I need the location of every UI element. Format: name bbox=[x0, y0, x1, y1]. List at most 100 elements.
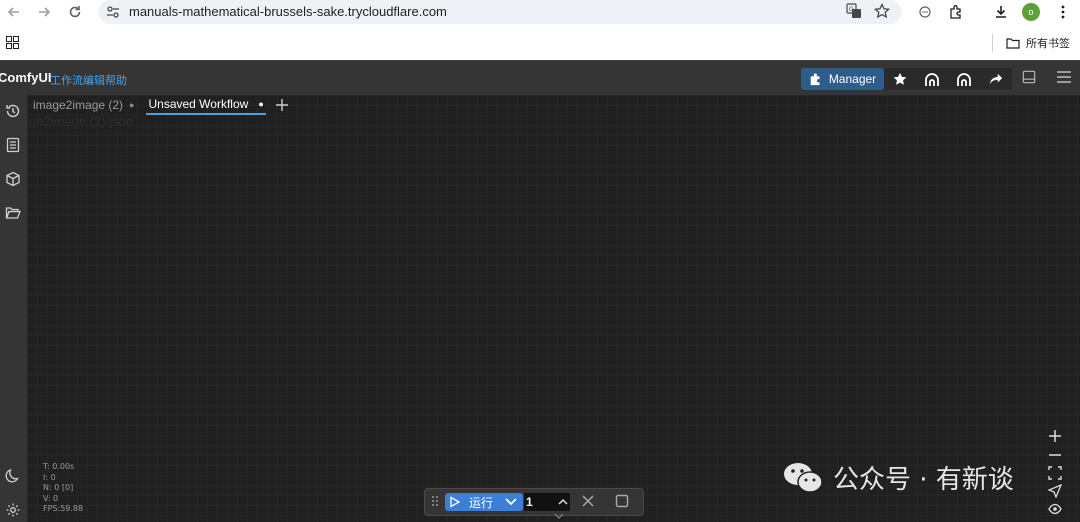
manager-button[interactable]: Manager bbox=[801, 68, 884, 90]
bookmark-star-icon[interactable] bbox=[874, 3, 890, 19]
tab-dot-icon: ● bbox=[129, 100, 135, 110]
arrow-right-icon bbox=[39, 7, 51, 17]
grip-dots-icon bbox=[432, 496, 438, 506]
reload-button[interactable] bbox=[65, 2, 85, 22]
stat-fps: FPS:59.88 bbox=[43, 504, 84, 513]
manager-label: Manager bbox=[828, 72, 877, 86]
history-icon bbox=[6, 104, 20, 118]
hamburger-icon bbox=[1057, 71, 1071, 83]
comfy-menubar: ComfyUI 工作流 编辑 帮助 Manager bbox=[0, 60, 1080, 95]
select-mode-button[interactable] bbox=[1046, 482, 1064, 500]
stat-nodes: N: 0 [0] bbox=[43, 483, 74, 492]
run-label: 运行 bbox=[469, 495, 494, 510]
avatar-letter: o bbox=[1028, 7, 1034, 17]
translate-icon[interactable]: G bbox=[846, 3, 862, 19]
site-info-icon[interactable] bbox=[106, 5, 120, 19]
chevron-down-small-icon[interactable] bbox=[554, 513, 564, 519]
browser-menu-icon[interactable] bbox=[1053, 2, 1073, 22]
canvas-stats: T: 0.00s I: 0 N: 0 [0] V: 0 FPS:59.88 bbox=[43, 462, 83, 515]
puzzle-icon bbox=[810, 73, 820, 86]
menu-help[interactable]: 帮助 bbox=[105, 72, 127, 88]
bookmarks-separator bbox=[992, 34, 993, 52]
settings-button[interactable] bbox=[5, 502, 21, 518]
run-button[interactable]: 运行 bbox=[445, 493, 523, 511]
download-icon[interactable] bbox=[991, 2, 1011, 22]
menu-links: 工作流 编辑 帮助 bbox=[50, 72, 127, 88]
profile-avatar[interactable]: o bbox=[1022, 3, 1040, 21]
model-icon bbox=[925, 73, 939, 86]
comfy-logo: ComfyUI bbox=[0, 70, 52, 85]
all-bookmarks-button[interactable]: 所有书签 bbox=[1006, 35, 1070, 51]
workflow-tabs: image2image (2) ● Unsaved Workflow ● bbox=[31, 95, 288, 115]
gear-icon bbox=[6, 503, 20, 517]
share-button[interactable] bbox=[980, 68, 1012, 90]
stop-button[interactable] bbox=[615, 494, 629, 508]
all-bookmarks-label: 所有书签 bbox=[1026, 38, 1070, 50]
reload-icon bbox=[69, 6, 81, 18]
sidebar-item-workflows[interactable] bbox=[5, 205, 21, 221]
toggle-panel-button[interactable] bbox=[1022, 70, 1036, 84]
wechat-logo-icon bbox=[784, 462, 823, 493]
hamburger-menu-button[interactable] bbox=[1056, 70, 1072, 84]
model-icon-2 bbox=[957, 73, 971, 86]
apps-grid-icon[interactable] bbox=[6, 36, 19, 49]
favorite-button[interactable] bbox=[884, 68, 916, 90]
tab-label: image2image (2) bbox=[33, 98, 124, 112]
folder-open-icon bbox=[5, 207, 21, 219]
left-sidebar bbox=[0, 95, 27, 522]
browser-chrome: manuals-mathematical-brussels-sake.trycl… bbox=[0, 0, 1080, 60]
theme-toggle-button[interactable] bbox=[5, 468, 21, 484]
play-icon bbox=[450, 496, 461, 508]
batch-count-value: 1 bbox=[526, 495, 533, 509]
sidebar-item-nodes[interactable] bbox=[5, 171, 21, 187]
fit-frame-icon bbox=[1048, 466, 1062, 480]
tab-unsaved-workflow[interactable]: Unsaved Workflow ● bbox=[146, 95, 266, 115]
stat-i: I: 0 bbox=[43, 472, 56, 482]
folder-icon bbox=[1006, 38, 1020, 49]
add-tab-button[interactable] bbox=[275, 99, 288, 111]
drag-handle[interactable] bbox=[431, 495, 439, 507]
tab-label: Unsaved Workflow bbox=[148, 97, 249, 111]
arrow-left-icon bbox=[7, 7, 19, 17]
star-icon bbox=[893, 72, 907, 85]
fit-view-button[interactable] bbox=[1046, 464, 1064, 482]
menu-workflow[interactable]: 工作流 bbox=[50, 72, 83, 88]
sidebar-item-history[interactable] bbox=[5, 103, 21, 119]
back-button[interactable] bbox=[4, 2, 24, 22]
batch-count-input[interactable]: 1 bbox=[524, 493, 570, 519]
cube-icon bbox=[6, 171, 20, 187]
minus-icon bbox=[1049, 454, 1061, 456]
bookmarks-bar: 所有书签 bbox=[0, 31, 1080, 55]
queue-runbar: 运行 1 bbox=[424, 488, 644, 519]
watermark-text: 公众号 · 有新谈 bbox=[833, 465, 1014, 495]
moon-icon bbox=[5, 468, 19, 483]
forward-button[interactable] bbox=[34, 2, 54, 22]
menu-edit[interactable]: 编辑 bbox=[83, 72, 105, 88]
stat-v: V: 0 bbox=[43, 493, 59, 503]
square-icon bbox=[615, 494, 629, 508]
share-arrow-icon bbox=[989, 73, 1003, 85]
extensions-icon[interactable] bbox=[946, 2, 966, 22]
browser-nav-row: manuals-mathematical-brussels-sake.trycl… bbox=[0, 0, 1080, 24]
cursor-arrow-icon bbox=[1048, 484, 1062, 498]
plus-icon bbox=[1049, 430, 1061, 442]
address-bar[interactable]: manuals-mathematical-brussels-sake.trycl… bbox=[98, 0, 902, 24]
chevron-down-icon[interactable] bbox=[505, 498, 517, 506]
svg-text:G: G bbox=[849, 7, 854, 13]
graph-canvas[interactable] bbox=[27, 95, 1080, 522]
wechat-watermark: 公众号 · 有新谈 bbox=[783, 459, 1014, 496]
chevron-up-icon[interactable] bbox=[558, 498, 568, 505]
model-button-2[interactable] bbox=[948, 68, 980, 90]
sidebar-item-queue[interactable] bbox=[5, 137, 21, 153]
chat-extension-icon[interactable] bbox=[915, 2, 935, 22]
stat-time: T: 0.00s bbox=[43, 462, 75, 471]
url-text: manuals-mathematical-brussels-sake.trycl… bbox=[129, 4, 447, 19]
cancel-button[interactable] bbox=[581, 494, 595, 508]
model-button-1[interactable] bbox=[916, 68, 948, 90]
zoom-out-button[interactable] bbox=[1046, 446, 1064, 464]
tab-image2image[interactable]: image2image (2) ● bbox=[31, 96, 136, 114]
panel-bottom-icon bbox=[1022, 70, 1036, 84]
toggle-link-visibility-button[interactable] bbox=[1046, 500, 1064, 518]
zoom-in-button[interactable] bbox=[1046, 427, 1064, 445]
eye-icon bbox=[1048, 503, 1062, 515]
